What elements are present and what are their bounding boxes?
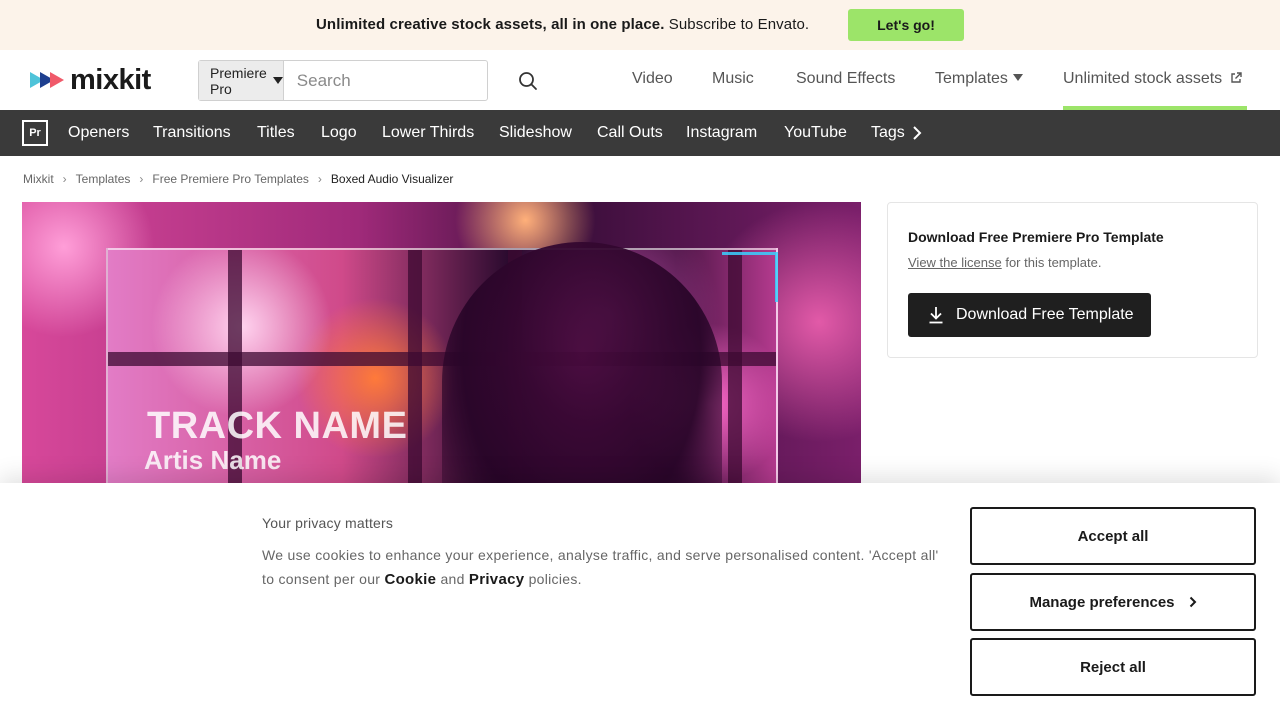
promo-bar: Unlimited creative stock assets, all in … <box>0 0 1280 50</box>
breadcrumb-templates[interactable]: Templates <box>76 172 131 186</box>
download-card-title: Download Free Premiere Pro Template <box>908 229 1164 245</box>
category-youtube[interactable]: YouTube <box>784 124 847 142</box>
cookie-body: We use cookies to enhance your experienc… <box>262 543 952 592</box>
preview-artist-name: Artis Name <box>144 445 282 475</box>
lets-go-button[interactable]: Let's go! <box>848 9 964 41</box>
chevron-right-icon: › <box>317 172 322 186</box>
search-category-label: Premiere Pro <box>210 64 267 97</box>
license-suffix: for this template. <box>1001 255 1102 270</box>
external-link-icon <box>1231 72 1242 83</box>
search-icon[interactable] <box>518 61 538 100</box>
accept-all-button[interactable]: Accept all <box>970 507 1256 565</box>
search-input[interactable] <box>283 61 518 100</box>
chevron-right-icon: › <box>139 172 144 186</box>
breadcrumb: Mixkit › Templates › Free Premiere Pro T… <box>23 172 453 186</box>
category-call-outs[interactable]: Call Outs <box>597 124 663 142</box>
nav-music[interactable]: Music <box>712 70 754 88</box>
promo-text: Unlimited creative stock assets, all in … <box>316 16 809 33</box>
category-openers[interactable]: Openers <box>68 124 129 142</box>
nav-templates-label: Templates <box>935 70 1008 87</box>
chevron-right-icon: › <box>62 172 67 186</box>
manage-preferences-label: Manage preferences <box>1029 593 1175 611</box>
preview-track-name: TRACK NAME <box>147 405 408 447</box>
category-titles[interactable]: Titles <box>257 124 295 142</box>
logo-text: mixkit <box>70 63 151 96</box>
promo-subscribe-text: Subscribe to Envato. <box>664 16 810 33</box>
chevron-right-icon <box>1189 596 1196 608</box>
cookie-banner: Your privacy matters We use cookies to e… <box>0 483 1280 720</box>
promo-bold-text: Unlimited creative stock assets, all in … <box>316 16 665 33</box>
video-preview[interactable]: TRACK NAME Artis Name <box>22 202 861 502</box>
cookie-title: Your privacy matters <box>262 515 394 531</box>
cookie-policy-link[interactable]: Cookie <box>384 571 436 588</box>
panel-grid-line <box>408 250 422 502</box>
download-free-template-button[interactable]: Download Free Template <box>908 293 1151 337</box>
breadcrumb-mixkit[interactable]: Mixkit <box>23 172 54 186</box>
premiere-pro-icon: Pr <box>22 120 48 146</box>
category-transitions[interactable]: Transitions <box>153 124 231 142</box>
view-license-link[interactable]: View the license <box>908 255 1002 270</box>
cookie-body-prefix: We use cookies to enhance your experienc… <box>262 547 939 587</box>
mixkit-logo[interactable]: mixkit <box>30 64 151 96</box>
privacy-policy-link[interactable]: Privacy <box>469 571 524 588</box>
download-button-label: Download Free Template <box>956 306 1134 323</box>
category-logo[interactable]: Logo <box>321 124 357 142</box>
breadcrumb-current: Boxed Audio Visualizer <box>330 172 454 186</box>
download-card: Download Free Premiere Pro Template View… <box>887 202 1258 358</box>
chevron-right-icon[interactable] <box>912 125 922 146</box>
search-bar: Premiere Pro <box>198 60 537 101</box>
neon-frame-accent <box>722 252 778 302</box>
cookie-body-and: and <box>436 571 469 587</box>
license-note: View the license for this template. <box>908 255 1101 270</box>
caret-down-icon <box>1012 74 1023 81</box>
nav-video[interactable]: Video <box>632 70 673 88</box>
cookie-body-suffix: policies. <box>524 571 582 587</box>
category-tags[interactable]: Tags <box>871 124 905 142</box>
breadcrumb-free-premiere-pro-templates[interactable]: Free Premiere Pro Templates <box>152 172 309 186</box>
nav-unlimited-label: Unlimited stock assets <box>1063 70 1223 87</box>
nav-unlimited-stock-assets[interactable]: Unlimited stock assets <box>1063 70 1242 88</box>
download-icon <box>929 307 943 324</box>
reject-all-button[interactable]: Reject all <box>970 638 1256 696</box>
caret-down-icon <box>272 77 283 84</box>
nav-sound-effects[interactable]: Sound Effects <box>796 70 895 88</box>
search-category-select[interactable]: Premiere Pro <box>199 61 284 100</box>
category-slideshow[interactable]: Slideshow <box>499 124 572 142</box>
manage-preferences-button[interactable]: Manage preferences <box>970 573 1256 631</box>
category-bar: Pr Openers Transitions Titles Logo Lower… <box>0 110 1280 156</box>
site-header: mixkit Premiere Pro Video Music Sound Ef… <box>0 50 1280 110</box>
nav-templates[interactable]: Templates <box>935 70 1023 88</box>
logo-mark-icon <box>30 72 64 88</box>
category-lower-thirds[interactable]: Lower Thirds <box>382 124 474 142</box>
category-instagram[interactable]: Instagram <box>686 124 757 142</box>
